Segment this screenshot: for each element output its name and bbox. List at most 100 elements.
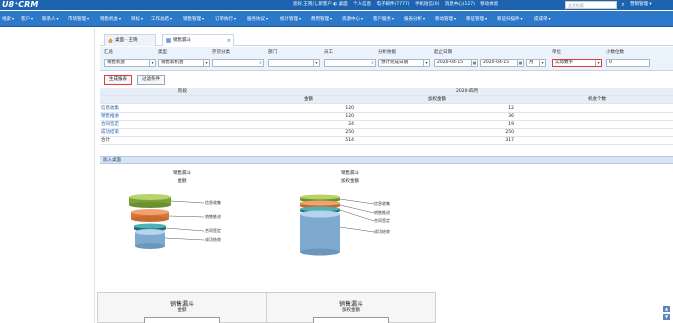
period-select[interactable]: 月 ▾ xyxy=(526,59,546,67)
funnel-stage-2 xyxy=(131,209,169,222)
nav-item-expenses[interactable]: 费用管理 xyxy=(311,11,332,27)
search-icon[interactable]: ⌕ xyxy=(619,1,627,9)
top-link-email[interactable]: 电子邮件(7777) xyxy=(377,2,410,7)
left-funnel-chart xyxy=(129,194,205,249)
header-stage: 阶段 xyxy=(178,89,187,94)
stage-cell: 合计 xyxy=(101,138,110,143)
close-icon[interactable]: × xyxy=(227,35,231,47)
header-amount: 金额 xyxy=(304,97,313,102)
chevron-down-icon: ▾ xyxy=(313,60,319,66)
panel-subtitle: 金额 xyxy=(177,308,187,313)
scroll-down-icon[interactable]: ▼ xyxy=(663,314,670,320)
right-funnel-label: 信息收集 xyxy=(374,201,390,206)
decimals-input[interactable]: 0 xyxy=(606,59,650,67)
nav-item-opportunities[interactable]: 销售机会 xyxy=(100,11,121,27)
right-funnel-label: 销售推进 xyxy=(374,210,390,215)
right-funnel-label: 成功结束 xyxy=(374,229,390,234)
filter-condition-button[interactable]: 过滤条件 xyxy=(137,75,165,85)
chevron-down-icon: ▾ xyxy=(595,60,601,66)
amount-cell: 120 xyxy=(345,106,354,111)
amount-cell: 514 xyxy=(345,138,354,143)
search-icon[interactable]: ⌕ xyxy=(259,60,262,66)
top-link-messages[interactable]: 消息中心(127) xyxy=(445,2,475,7)
label-department: 部门 xyxy=(268,50,277,55)
nav-item-customers[interactable]: 客户 xyxy=(21,11,33,27)
nav-item-vouchers[interactable]: 筹证管理 xyxy=(466,11,487,27)
nav-item-commission[interactable]: 提成单 xyxy=(534,11,551,27)
chevron-down-icon: ▾ xyxy=(203,60,209,66)
nav-item-sales-mgmt[interactable]: 销售管理 xyxy=(183,11,204,27)
generate-report-button[interactable]: 生成报表 xyxy=(104,75,132,85)
left-funnel-label: 合同签定 xyxy=(205,228,221,233)
table-subheader-row: 金额 加权金额 机会个数 xyxy=(100,96,673,104)
main-nav: 线索 客户 联系人 市场管理 销售机会 目标 工作总结 销售管理 订单执行 服务… xyxy=(0,11,673,27)
stage-cell[interactable]: 信息收集 xyxy=(101,105,119,113)
chevron-down-icon: ▾ xyxy=(423,60,429,66)
inventory-field[interactable]: ⌕ xyxy=(212,59,264,67)
weighted-cell: 250 xyxy=(505,130,514,135)
weighted-cell: 36 xyxy=(508,114,514,119)
nav-item-contacts[interactable]: 联系人 xyxy=(42,11,59,27)
funnel-stage-4 xyxy=(300,210,340,256)
top-bar: U8⁺CRM 您好,王晓儿,新客户 ◐ 桌面 个人信息 电子邮件(7777) 手… xyxy=(0,0,673,10)
panel-grid xyxy=(313,317,389,323)
tab-desktop[interactable]: 桌面 - 王晓 xyxy=(104,34,156,46)
global-search-input[interactable]: 全文检索 xyxy=(565,1,617,9)
left-funnel-label: 成功结束 xyxy=(205,237,221,242)
nav-item-service[interactable]: 服务协议 xyxy=(247,11,268,27)
nav-item-reports[interactable]: 报表分析 xyxy=(404,11,425,27)
unit-select[interactable]: 实际数字 ▾ xyxy=(552,59,602,67)
department-select[interactable]: ▾ xyxy=(268,59,320,67)
nav-item-stats[interactable]: 统计管理 xyxy=(280,11,301,27)
chevron-down-icon: ▾ xyxy=(539,60,545,66)
label-date-range: 起止日期 xyxy=(434,50,452,55)
user-menu[interactable]: 营销管理 ▾ xyxy=(630,0,652,10)
label-employee: 员工 xyxy=(324,50,333,55)
calendar-icon[interactable]: ▦ xyxy=(471,60,477,66)
right-funnel-label: 合同签定 xyxy=(374,218,390,223)
nav-item-leads[interactable]: 线索 xyxy=(2,11,14,27)
left-chart-subtitle: 金额 xyxy=(177,179,187,184)
label-unit: 单位 xyxy=(552,50,561,55)
nav-item-mobile[interactable]: 移动管理 xyxy=(435,11,456,27)
weighted-cell: 12 xyxy=(508,106,514,111)
nav-item-voucher-scans[interactable]: 筹证扫描件 xyxy=(497,11,523,27)
date-to-field[interactable]: 2020-04-15 ▦ xyxy=(480,59,524,67)
weighted-cell: 317 xyxy=(505,138,514,143)
stage-cell[interactable]: 成功结束 xyxy=(101,129,119,137)
date-from-field[interactable]: 2020-04-15 ▦ xyxy=(434,59,478,67)
top-link-mobile[interactable]: 移动体验 xyxy=(480,2,498,7)
tab-sales-funnel[interactable]: 销售漏斗 × xyxy=(162,34,234,46)
nav-item-resources[interactable]: 资源中心 xyxy=(342,11,363,27)
stage-cell[interactable]: 销售推进 xyxy=(101,113,119,121)
type-select[interactable]: 销售新机会 ▾ xyxy=(158,59,210,67)
label-type: 类型 xyxy=(158,50,167,55)
table-row: 信息收集 120 12 xyxy=(100,105,673,113)
nav-item-work-summary[interactable]: 工作总结 xyxy=(151,11,172,27)
table-row: 合同签定 24 19 xyxy=(100,121,673,129)
employee-field[interactable]: ⌕ xyxy=(324,59,376,67)
home-icon xyxy=(108,37,113,43)
nav-item-order-exec[interactable]: 订单执行 xyxy=(215,11,236,27)
nav-item-cust-service[interactable]: 客户服务 xyxy=(373,11,394,27)
basis-select[interactable]: 预计完成日期 ▾ xyxy=(378,59,430,67)
summary-select[interactable]: 销售机会 ▾ xyxy=(104,59,156,67)
table-row: 成功结束 250 250 xyxy=(100,129,673,137)
label-decimals: 小数位数 xyxy=(606,50,624,55)
add-to-desktop-bar[interactable]: 加入桌面 xyxy=(100,156,673,164)
stage-cell[interactable]: 合同签定 xyxy=(101,121,119,129)
top-link-welcome[interactable]: 您好,王晓儿,新客户 ◐ 桌面 xyxy=(293,2,348,7)
table-total-row: 合计 514 317 xyxy=(100,137,673,145)
search-icon[interactable]: ⌕ xyxy=(371,60,374,66)
calendar-icon[interactable]: ▦ xyxy=(517,60,523,66)
top-link-sms[interactable]: 手机短信(0) xyxy=(415,2,439,7)
nav-item-targets[interactable]: 目标 xyxy=(131,11,143,27)
top-link-profile[interactable]: 个人信息 xyxy=(353,2,371,7)
nav-item-marketing[interactable]: 市场管理 xyxy=(68,11,89,27)
scroll-up-icon[interactable]: ▲ xyxy=(663,306,670,312)
tab-label: 销售漏斗 xyxy=(173,38,191,43)
weighted-cell: 19 xyxy=(508,122,514,127)
label-summary: 汇总 xyxy=(104,50,113,55)
right-chart-title: 销售漏斗 xyxy=(341,171,359,176)
label-inventory: 存货分类 xyxy=(212,50,230,55)
